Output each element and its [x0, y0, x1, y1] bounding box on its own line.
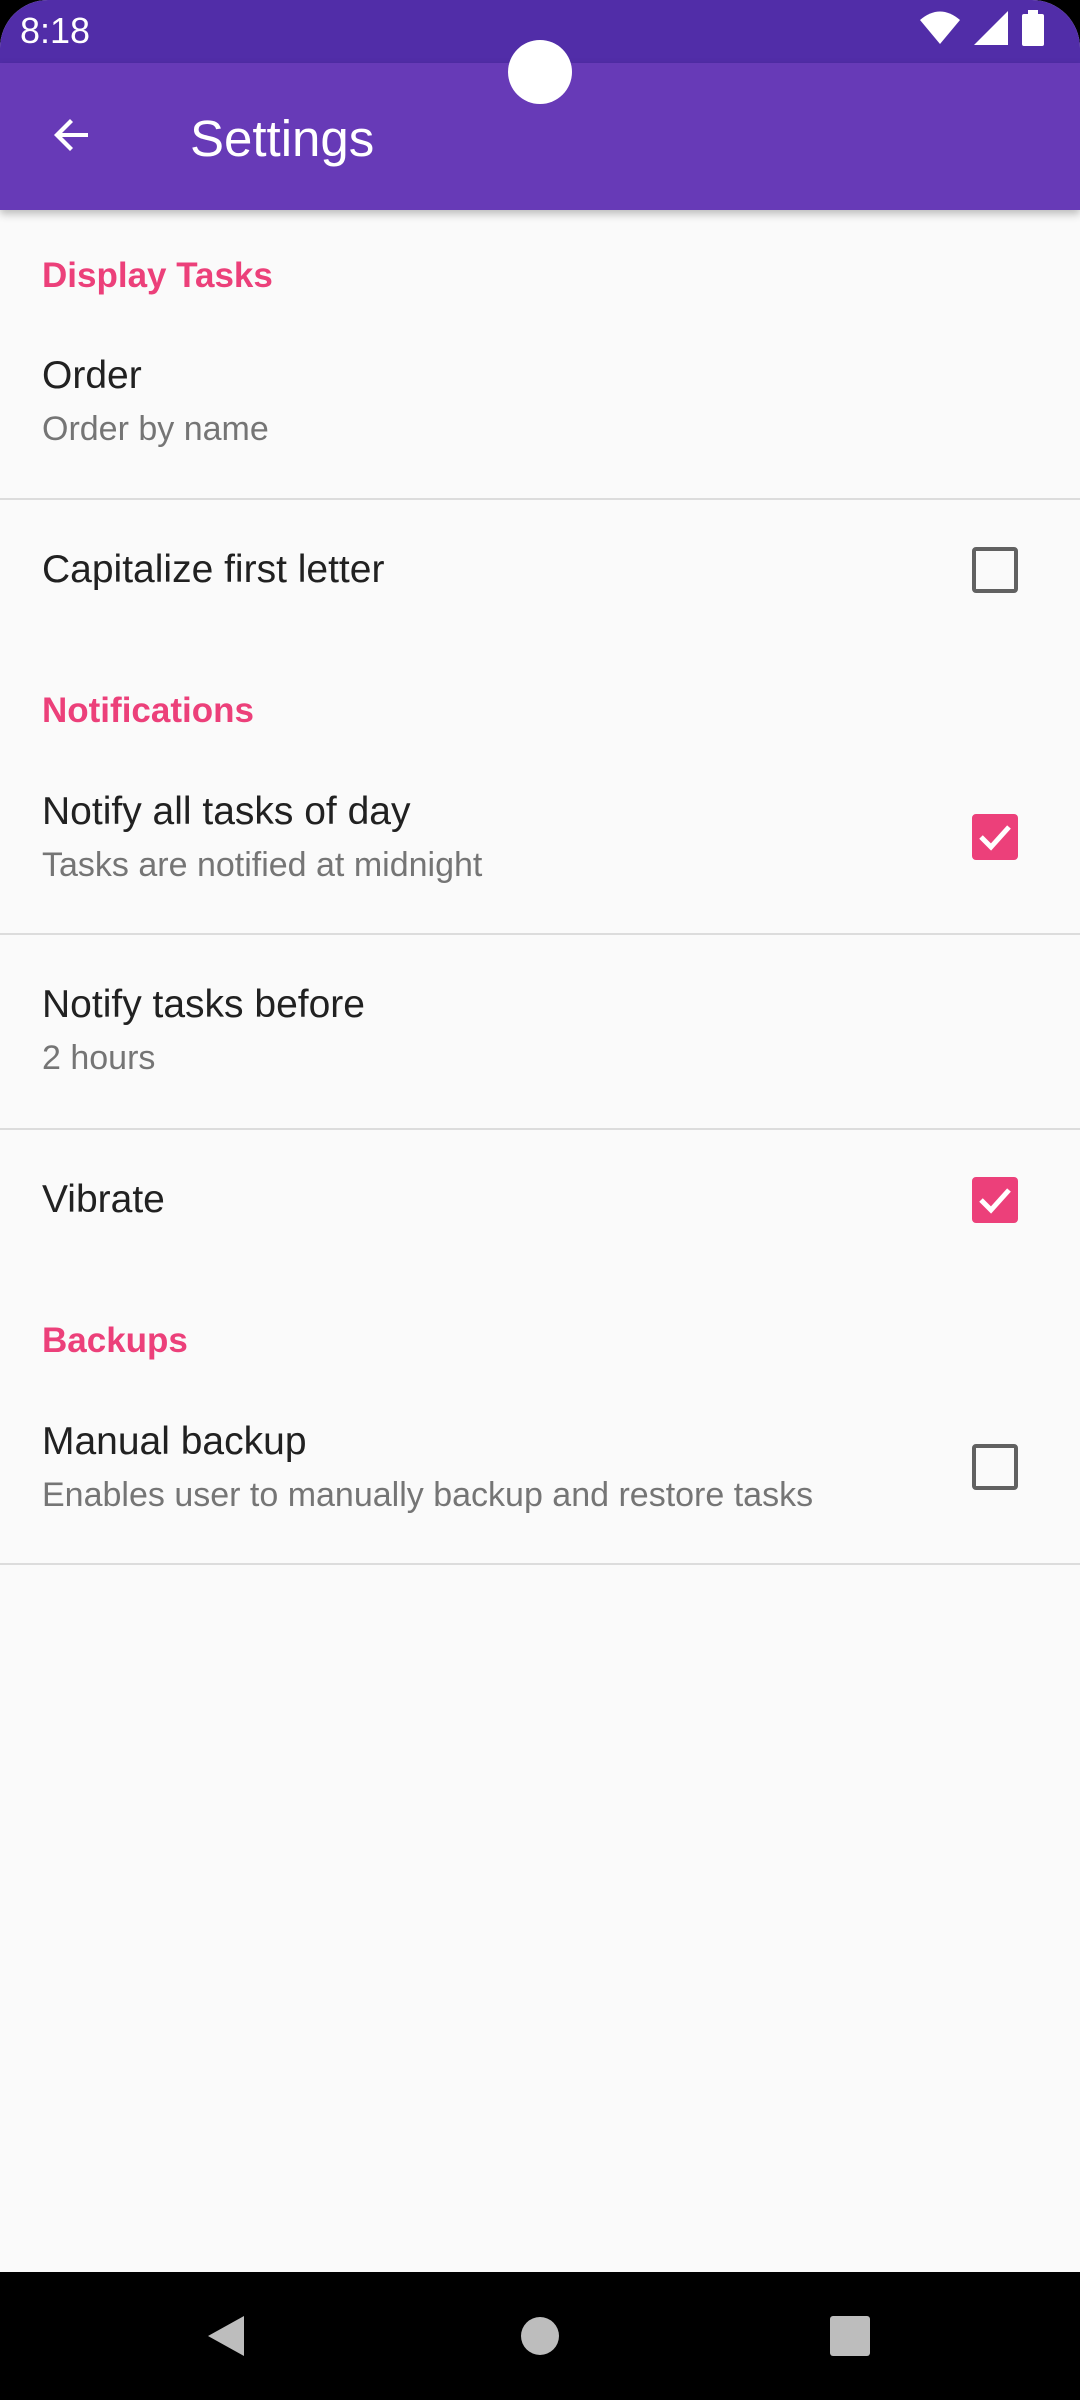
nav-back-button[interactable]: [186, 2296, 266, 2376]
category-display-tasks: Display Tasks: [42, 256, 273, 295]
pref-title: Notify all tasks of day: [42, 790, 411, 833]
cell-signal-icon: [974, 10, 1008, 50]
pref-summary: Enables user to manually backup and rest…: [42, 1476, 814, 1514]
back-triangle-icon: [208, 2316, 244, 2356]
notify-all-checkbox[interactable]: [972, 814, 1018, 860]
pref-title: Notify tasks before: [42, 983, 365, 1026]
nav-recents-button[interactable]: [810, 2296, 890, 2376]
category-notifications: Notifications: [42, 691, 254, 730]
battery-icon: [1022, 9, 1044, 51]
status-time: 8:18: [20, 10, 91, 51]
checkmark-icon: [979, 1188, 1011, 1214]
page-title: Settings: [190, 110, 375, 167]
category-backups: Backups: [42, 1321, 188, 1360]
checkmark-icon: [979, 825, 1011, 851]
divider: [0, 1563, 1080, 1565]
manual-backup-checkbox[interactable]: [972, 1444, 1018, 1490]
settings-screen: 8:18 Settings Display Tasks Order Order …: [0, 0, 1080, 2400]
pref-vibrate[interactable]: Vibrate: [0, 1130, 1080, 1270]
arrow-back-icon: [48, 111, 96, 164]
camera-cutout: [508, 40, 572, 104]
nav-home-button[interactable]: [500, 2296, 580, 2376]
wifi-icon: [920, 11, 960, 50]
pref-notify-tasks-before[interactable]: Notify tasks before 2 hours: [0, 935, 1080, 1128]
pref-title: Vibrate: [42, 1178, 165, 1221]
home-circle-icon: [521, 2317, 559, 2355]
pref-title: Order: [42, 354, 142, 397]
pref-title: Capitalize first letter: [42, 548, 385, 591]
vibrate-checkbox[interactable]: [972, 1177, 1018, 1223]
pref-summary: 2 hours: [42, 1039, 156, 1077]
pref-title: Manual backup: [42, 1420, 307, 1463]
pref-order[interactable]: Order Order by name: [0, 330, 1080, 498]
pref-notify-all-tasks-of-day[interactable]: Notify all tasks of day Tasks are notifi…: [0, 766, 1080, 934]
pref-summary: Tasks are notified at midnight: [42, 846, 483, 884]
back-button[interactable]: [24, 89, 120, 185]
pref-capitalize-first-letter[interactable]: Capitalize first letter: [0, 500, 1080, 640]
pref-summary: Order by name: [42, 410, 269, 448]
recents-square-icon: [830, 2316, 870, 2356]
navigation-bar: [0, 2272, 1080, 2400]
status-icons: [920, 9, 1044, 51]
pref-manual-backup[interactable]: Manual backup Enables user to manually b…: [0, 1396, 1080, 1564]
capitalize-checkbox[interactable]: [972, 547, 1018, 593]
